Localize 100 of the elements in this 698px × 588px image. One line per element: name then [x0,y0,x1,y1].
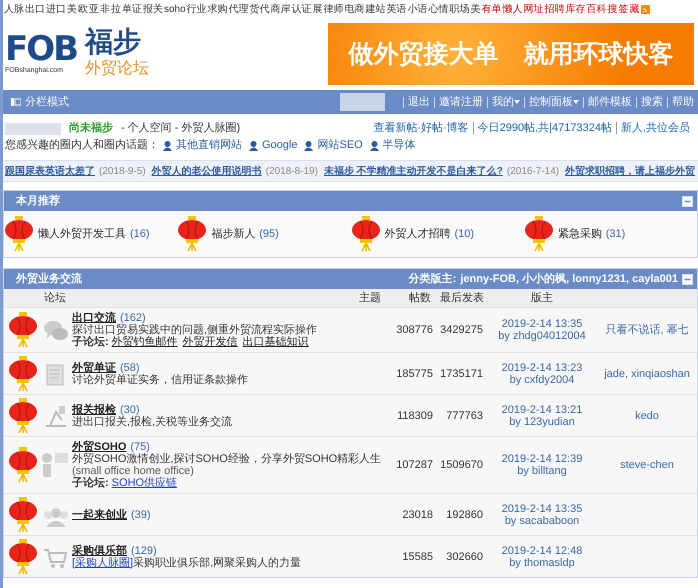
moderators-label: 分类版主: [408,272,456,287]
top-nav-link[interactable]: 懒人 [502,2,523,16]
forum-title-link[interactable]: 出口交流 [72,312,116,324]
column-header: 论坛 [43,290,67,306]
last-post-time[interactable]: 2019-2-14 12:39 [487,453,597,465]
top-nav-link[interactable]: 搜 [608,2,618,16]
top-nav-link[interactable]: 报关 [143,2,163,16]
post-count: (30) [120,404,140,416]
top-nav-link[interactable]: 商岸 [270,2,291,16]
logo-name: 福步 [85,26,142,58]
last-post-author[interactable]: by billtang [487,465,597,477]
interest-link[interactable]: 网站SEO [317,137,363,154]
top-nav-link[interactable]: 人脉 [4,2,24,16]
forum-moderators[interactable]: jade, xinqiaoshan [604,368,690,380]
top-nav-link[interactable]: 职场 [450,2,470,16]
user-links[interactable]: - 个人空间 - 外贸人脉圈) [121,120,240,137]
nav-link-item[interactable]: 控制面板 [524,96,583,108]
forum-tag-link[interactable]: [采购人脉圈] [72,556,134,568]
interest-link[interactable]: 半导体 [382,137,416,154]
top-nav-link[interactable]: 认证 [292,2,312,16]
top-nav-link[interactable]: 电商 [344,2,365,16]
last-post-author[interactable]: by 123yudian [487,416,597,428]
forum-title-link[interactable]: 采购俱乐部 [72,544,127,556]
top-nav-link[interactable]: 律师 [324,2,344,16]
top-nav-link[interactable]: 英语 [386,2,407,16]
last-post-time[interactable]: 2019-2-14 13:21 [487,404,597,416]
top-nav-link[interactable]: 欧 [78,2,88,16]
headline-link[interactable]: 外贸人的老公使用说明书 [152,164,262,178]
headline-link[interactable]: 跟国尿表英语太差了 [5,164,95,178]
forum-link[interactable]: 外贸人才招聘 [384,226,450,242]
forum-title-link[interactable]: 报关报检 [72,404,116,416]
nav-link-item[interactable]: 邀请注册 [434,96,487,108]
top-nav-link[interactable]: 招聘 [544,2,565,16]
view-mode-link[interactable]: 分栏模式 [25,94,69,110]
interest-link[interactable]: Google [262,137,298,154]
forum-moderators[interactable]: 只看不说话, 幂七 [605,324,689,336]
top-nav-link[interactable]: 拉 [111,2,121,16]
lantern-icon [8,496,38,532]
subforum-link[interactable]: 外贸钓鱼邮件 [112,336,178,348]
headline-link[interactable]: 外贸求职招聘，请上福步外贸 [565,164,696,178]
top-nav-link[interactable]: 代理 [228,2,249,16]
forum-moderators[interactable]: steve-chen [620,459,674,471]
top-nav-link[interactable]: 心情 [428,2,449,16]
interest-link[interactable]: 其他直销网站 [176,137,242,154]
nav-link-item[interactable]: 帮助 [667,96,698,108]
forum-moderators[interactable]: kedo [635,410,659,422]
subforum-link[interactable]: 出口基础知识 [242,336,309,348]
top-nav-link[interactable]: 货代 [250,2,270,16]
chat-bubble-icon [42,318,68,342]
nav-link-item[interactable]: 我的 [487,96,524,108]
subforum-label: 子论坛: [72,477,109,489]
forum-title-link[interactable]: 外贸SOHO [72,441,126,453]
headline-link[interactable]: 未福步 不学精准主动开发不是白来了么? [324,164,503,178]
forum-description: 进出口报关,报检,关税等业务交流 [72,416,232,428]
last-post-author[interactable]: by thomasldp [487,556,597,568]
top-nav-link[interactable]: 藏 [630,2,640,16]
nav-link-item[interactable]: 搜索 [636,96,667,108]
top-nav-link[interactable]: soho [164,2,186,16]
last-post-time[interactable]: 2019-2-14 13:35 [487,318,597,330]
top-nav-link[interactable]: 美 [67,2,77,16]
user-status[interactable]: 尚未福步 [69,120,113,137]
stats-link[interactable]: 查看新帖·好帖·博客 [369,122,473,134]
top-nav-link[interactable]: 小语 [408,2,428,16]
subforum-link[interactable]: SOHO供应链 [112,477,178,489]
top-nav-link[interactable]: 进口 [46,2,66,16]
top-nav-link[interactable]: 非 [100,2,110,16]
last-post-time[interactable]: 2019-2-14 12:48 [487,544,597,556]
moderators-list[interactable]: jenny-FOB, 小小的枫, lonny1231, cayla001 [460,270,678,288]
caret-icon [573,100,579,104]
forum-link[interactable]: 紧急采购 [558,226,602,242]
stats-link[interactable]: 新人,共位会员 [616,122,694,134]
top-nav-link[interactable]: 有单 [482,2,502,16]
subforum-link[interactable]: 外贸开发信 [182,336,238,348]
top-nav-link[interactable]: 行业 [186,2,207,16]
nav-link-item[interactable]: 退出 [403,96,434,108]
top-nav-link[interactable]: 美 [470,2,481,16]
top-nav-link[interactable]: 亚 [89,2,99,16]
forum-title-link[interactable]: 外贸单证 [72,362,116,374]
lantern-icon [524,216,554,252]
top-nav-link[interactable]: 百科 [586,2,607,16]
forum-link[interactable]: 福步新人 [211,226,256,242]
stats-link[interactable]: 今日2990帖,共|47173324帖 [472,122,616,134]
last-post-author[interactable]: by cxfdy2004 [487,374,597,386]
top-nav-link[interactable]: 签 [618,2,629,16]
top-nav-link[interactable]: 建站 [366,2,386,16]
forum-title-link[interactable]: 一起来创业 [72,508,127,520]
last-post-author[interactable]: by zhdg04012004 [487,330,597,342]
top-nav-link[interactable]: 求购 [208,2,228,16]
last-post-time[interactable]: 2019-2-14 13:23 [487,362,597,374]
nav-link-item[interactable]: 邮件模板 [583,96,636,108]
last-post-author[interactable]: by sacababoon [487,514,597,526]
top-nav-link[interactable]: 单证 [122,2,142,16]
forum-link[interactable]: 懒人外贸开发工具 [38,226,126,242]
top-nav-link[interactable]: 网址 [524,2,544,16]
top-nav-link[interactable]: 出口 [25,2,45,16]
forum-description: 探讨出口贸易实践中的问题,侧重外贸流程实际操作 [72,324,318,336]
section-title: 外贸业务交流 [16,272,82,287]
top-nav-link[interactable]: 展 [312,2,323,16]
top-nav-link[interactable]: 库存 [566,2,586,16]
last-post-time[interactable]: 2019-2-14 13:35 [487,502,597,514]
